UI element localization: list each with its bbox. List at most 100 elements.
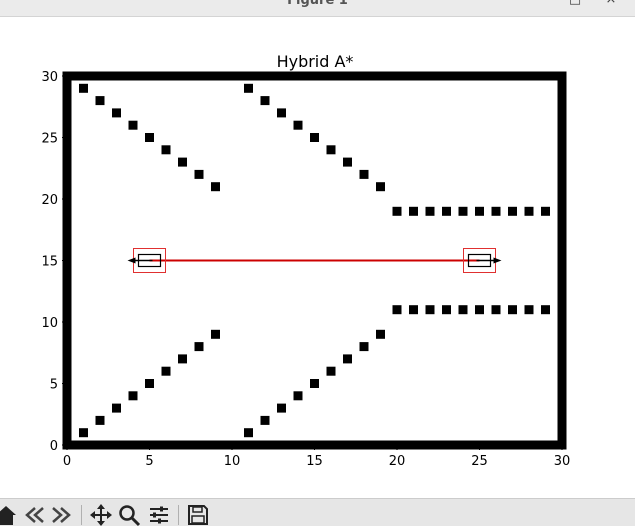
obstacle-point [153, 440, 163, 450]
obstacle-point [285, 71, 295, 81]
obstacle-point [466, 440, 476, 450]
x-tick-label: 30 [554, 454, 571, 469]
toolbar-separator [178, 505, 179, 525]
obstacle-point [62, 77, 72, 87]
obstacle-point [310, 71, 319, 81]
minimize-button[interactable]: – [534, 0, 550, 7]
obstacle-point [508, 71, 517, 81]
obstacle-point [194, 169, 204, 179]
obstacle-point [343, 440, 352, 450]
obstacle-point [169, 440, 179, 450]
obstacle-point [475, 305, 484, 315]
obstacle-point [145, 133, 154, 142]
obstacle-point [153, 71, 163, 81]
x-tick-label: 5 [145, 454, 153, 469]
y-tick-label: 15 [41, 255, 58, 270]
obstacle-point [136, 71, 146, 81]
obstacle-point [277, 440, 286, 450]
obstacle-point [367, 440, 377, 450]
obstacle-point [425, 71, 435, 81]
obstacle-point [425, 305, 435, 315]
obstacle-point [285, 440, 295, 450]
obstacle-point [161, 145, 171, 155]
obstacle-point [409, 71, 418, 81]
zoom-icon[interactable] [117, 503, 141, 527]
obstacle-point [95, 71, 105, 81]
obstacle-point [409, 440, 418, 450]
obstacle-point [367, 71, 377, 81]
obstacle-point [532, 71, 542, 81]
obstacle-point [499, 71, 509, 81]
navigation-toolbar [0, 498, 635, 527]
obstacle-point [516, 71, 526, 81]
obstacle-point [202, 71, 212, 81]
obstacle-point [301, 440, 311, 450]
chart-title: Hybrid A* [277, 52, 354, 71]
obstacle-point [392, 71, 402, 81]
obstacle-point [442, 440, 451, 450]
obstacle-point [359, 342, 369, 352]
obstacle-point [508, 305, 517, 315]
obstacle-point [442, 206, 451, 216]
obstacle-point [235, 440, 245, 450]
obstacle-point [376, 71, 385, 81]
obstacle-point [392, 305, 402, 315]
obstacle-point [79, 440, 88, 450]
window-titlebar: Figure 1 – □ × [0, 0, 635, 17]
obstacle-point [458, 71, 468, 81]
obstacle-point [549, 440, 559, 450]
obstacle-point [400, 440, 410, 450]
obstacle-point [112, 108, 121, 118]
obstacle-point [359, 440, 369, 450]
pan-icon[interactable] [89, 503, 113, 527]
obstacle-point [161, 366, 171, 376]
obstacle-point [268, 440, 278, 450]
obstacle-point [112, 440, 121, 450]
obstacle-point [244, 71, 253, 81]
obstacle-point [343, 71, 352, 81]
obstacle-point [466, 71, 476, 81]
back-icon[interactable] [22, 503, 46, 527]
x-tick-label: 25 [471, 454, 488, 469]
obstacle-point [194, 440, 204, 450]
obstacle-point [491, 440, 501, 450]
obstacle-point [87, 440, 97, 450]
y-tick-label: 5 [50, 378, 58, 393]
obstacle-point [524, 305, 534, 315]
obstacle-point [260, 440, 270, 450]
obstacle-point [400, 71, 410, 81]
figure-canvas[interactable]: Hybrid A* 0 5 10 15 20 25 30 0 5 10 15 20 25 30 [0, 17, 635, 498]
obstacle-point [95, 440, 105, 450]
obstacle-point [301, 71, 311, 81]
obstacle-point [136, 440, 146, 450]
obstacle-point [384, 71, 394, 81]
home-icon[interactable] [0, 503, 18, 527]
obstacle-point [409, 305, 418, 315]
close-button[interactable]: × [603, 0, 619, 7]
obstacle-point [128, 440, 138, 450]
obstacle-point [334, 440, 344, 450]
configure-icon[interactable] [147, 503, 171, 527]
obstacle-point [252, 71, 262, 81]
obstacle-point [326, 440, 336, 450]
obstacle-point [458, 305, 468, 315]
obstacle-point [186, 440, 196, 450]
obstacle-point [433, 440, 443, 450]
obstacle-point [351, 440, 361, 450]
maximize-button[interactable]: □ [567, 0, 583, 7]
obstacle-point [219, 71, 229, 81]
obstacle-point [293, 391, 303, 401]
obstacle-point [244, 440, 253, 450]
obstacle-point [252, 440, 262, 450]
forward-icon[interactable] [50, 503, 74, 527]
obstacle-point [260, 71, 270, 81]
obstacle-point [79, 428, 88, 438]
obstacle-point [442, 305, 451, 315]
obstacle-point [95, 96, 105, 106]
obstacle-point [343, 354, 352, 364]
obstacle-point [79, 71, 88, 81]
y-tick-label: 25 [41, 132, 58, 147]
save-icon[interactable] [186, 503, 210, 527]
obstacle-point [211, 71, 220, 81]
obstacle-point [343, 157, 352, 167]
